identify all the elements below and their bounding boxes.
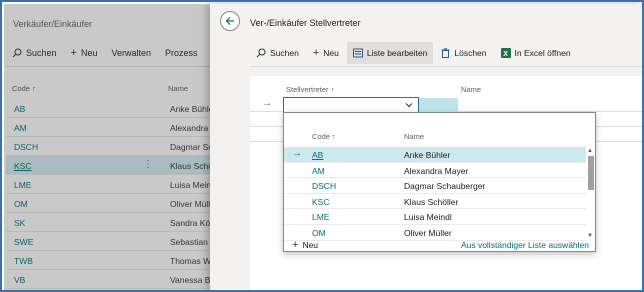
search-icon bbox=[256, 48, 266, 58]
col-deputy-header[interactable]: Stellvertreter ↑ bbox=[286, 85, 334, 94]
dialog-title: Ver-/Einkäufer Stellvertreter bbox=[250, 18, 361, 28]
item-name: Luisa Meindl bbox=[404, 212, 452, 223]
list-item-selected[interactable]: → AB Anke Bühler bbox=[284, 147, 586, 163]
lookup-dropdown: Code ↑ Name → AB Anke Bühler AM Alexandr… bbox=[283, 112, 596, 252]
delete-button[interactable]: Löschen bbox=[435, 42, 492, 64]
arrow-left-icon bbox=[225, 17, 234, 25]
item-name: Anke Bühler bbox=[404, 150, 451, 160]
plus-icon: + bbox=[292, 239, 299, 251]
col-name-header[interactable]: Name bbox=[461, 85, 481, 94]
chevron-down-icon[interactable] bbox=[404, 100, 414, 110]
item-name: Dagmar Schauberger bbox=[404, 181, 486, 192]
search-button[interactable]: Suchen bbox=[250, 42, 305, 64]
dropdown-footer: + Neu Aus vollständiger Liste auswählen bbox=[284, 238, 595, 252]
item-code[interactable]: AB bbox=[312, 150, 323, 160]
row-indicator-icon: → bbox=[262, 98, 272, 109]
back-button[interactable] bbox=[220, 11, 240, 31]
plus-icon: + bbox=[312, 47, 320, 59]
list-item[interactable]: KSC Klaus Schöller bbox=[284, 194, 586, 210]
dd-col-code-header[interactable]: Code ↑ bbox=[312, 132, 336, 141]
item-code[interactable]: LME bbox=[312, 212, 329, 222]
excel-label: In Excel öffnen bbox=[514, 48, 571, 58]
svg-text:X: X bbox=[503, 51, 508, 58]
dropdown-scrollbar[interactable]: ▲ ▼ bbox=[586, 147, 595, 239]
item-code[interactable]: DSCH bbox=[312, 181, 336, 191]
search-label: Suchen bbox=[270, 48, 299, 58]
dropdown-new-label: Neu bbox=[302, 240, 319, 250]
name-cell bbox=[419, 98, 458, 112]
trash-icon bbox=[441, 48, 450, 58]
new-button[interactable]: + Neu bbox=[307, 42, 345, 64]
delete-label: Löschen bbox=[454, 48, 487, 58]
dd-col-name-header[interactable]: Name bbox=[404, 132, 424, 141]
dropdown-list: → AB Anke Bühler AM Alexandra Mayer DSCH… bbox=[284, 147, 586, 241]
dropdown-new-button[interactable]: + Neu bbox=[292, 239, 318, 251]
item-name: Klaus Schöller bbox=[404, 196, 459, 207]
item-name: Oliver Müller bbox=[404, 227, 452, 238]
scrollbar-thumb[interactable] bbox=[588, 156, 594, 190]
window-frame: Verkäufer/Einkäufer Suchen + Neu Verwalt… bbox=[0, 0, 644, 292]
item-code[interactable]: KSC bbox=[312, 197, 329, 207]
list-item[interactable]: DSCH Dagmar Schauberger bbox=[284, 178, 586, 194]
dialog-toolbar: Suchen + Neu Liste bearbeiten Löschen X … bbox=[250, 41, 642, 65]
edit-list-button[interactable]: Liste bearbeiten bbox=[346, 42, 434, 64]
list-item[interactable]: AM Alexandra Mayer bbox=[284, 163, 586, 179]
item-code[interactable]: OM bbox=[312, 228, 326, 238]
item-name: Alexandra Mayer bbox=[404, 165, 469, 176]
item-code[interactable]: AM bbox=[312, 166, 325, 176]
edit-list-icon bbox=[352, 48, 363, 58]
modal-overlay bbox=[4, 4, 220, 290]
row-indicator-icon: → bbox=[292, 148, 302, 159]
edit-list-label: Liste bearbeiten bbox=[366, 48, 428, 58]
scroll-up-icon[interactable]: ▲ bbox=[587, 148, 593, 154]
toolbar-divider bbox=[250, 66, 642, 67]
list-item[interactable]: LME Luisa Meindl bbox=[284, 209, 586, 225]
excel-icon: X bbox=[500, 48, 511, 58]
open-in-excel-button[interactable]: X In Excel öffnen bbox=[495, 42, 577, 64]
deputy-code-input[interactable] bbox=[283, 97, 419, 113]
select-from-full-list-link[interactable]: Aus vollständiger Liste auswählen bbox=[461, 240, 589, 250]
new-label: Neu bbox=[323, 48, 339, 58]
